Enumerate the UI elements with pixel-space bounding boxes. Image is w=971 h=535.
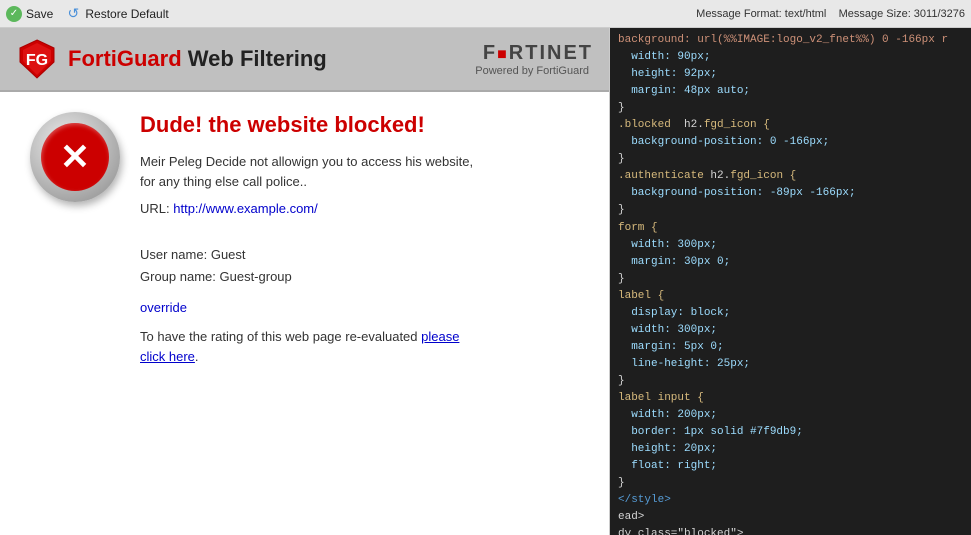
code-line: background: url(%%IMAGE:logo_v2_fnet%%) …	[618, 32, 963, 49]
code-line: </style>	[618, 492, 963, 509]
main-layout: FG FortiGuard Web Filtering F■RTINET Pow…	[0, 28, 971, 535]
code-line: }	[618, 373, 963, 390]
svg-text:FG: FG	[26, 52, 48, 69]
save-icon: ✓	[6, 6, 22, 22]
code-line: }	[618, 100, 963, 117]
code-line: display: block;	[618, 305, 963, 322]
left-panel: FG FortiGuard Web Filtering F■RTINET Pow…	[0, 28, 610, 535]
block-icon-column	[30, 112, 120, 366]
code-line: dy class="blocked">	[618, 526, 963, 535]
code-line: .authenticate h2.fgd_icon {	[618, 168, 963, 185]
code-line: background-position: 0 -166px;	[618, 134, 963, 151]
toolbar: ✓ Save ↺ Restore Default Message Format:…	[0, 0, 971, 28]
code-line: form {	[618, 220, 963, 237]
code-line: background-position: -89px -166px;	[618, 185, 963, 202]
code-line: width: 300px;	[618, 322, 963, 339]
fg-title: FortiGuard Web Filtering	[68, 46, 327, 72]
code-line: ead>	[618, 509, 963, 526]
code-line: .blocked h2.fgd_icon {	[618, 117, 963, 134]
code-line: margin: 5px 0;	[618, 339, 963, 356]
x-inner	[41, 123, 109, 191]
restore-icon: ↺	[65, 6, 81, 22]
code-line: }	[618, 475, 963, 492]
code-line: width: 200px;	[618, 407, 963, 424]
user-info: User name: Guest Group name: Guest-group	[140, 244, 579, 288]
blocked-x-icon	[30, 112, 120, 202]
code-line: width: 90px;	[618, 49, 963, 66]
fg-logo-area: FG FortiGuard Web Filtering	[16, 38, 327, 80]
code-line: }	[618, 271, 963, 288]
code-line: width: 300px;	[618, 237, 963, 254]
code-line: float: right;	[618, 458, 963, 475]
code-line: margin: 48px auto;	[618, 83, 963, 100]
message-format: Message Format: text/html Message Size: …	[696, 8, 965, 20]
code-line: border: 1px solid #7f9db9;	[618, 424, 963, 441]
code-line: }	[618, 151, 963, 168]
code-line: margin: 30px 0;	[618, 254, 963, 271]
reeval-text: To have the rating of this web page re-e…	[140, 327, 579, 366]
code-line: height: 20px;	[618, 441, 963, 458]
restore-default-button[interactable]: ↺ Restore Default	[65, 6, 168, 22]
blocked-url: URL: http://www.example.com/	[140, 201, 579, 216]
block-text-column: Dude! the website blocked! Meir Peleg De…	[140, 112, 579, 366]
code-line: }	[618, 202, 963, 219]
block-content: Dude! the website blocked! Meir Peleg De…	[0, 92, 609, 386]
fortinet-logo: F■RTINET	[483, 42, 593, 65]
blocked-url-link[interactable]: http://www.example.com/	[173, 201, 318, 216]
blocked-description: Meir Peleg Decide not allowign you to ac…	[140, 152, 579, 191]
powered-by-text: Powered by FortiGuard	[475, 65, 593, 77]
save-button[interactable]: ✓ Save	[6, 6, 53, 22]
blocked-title: Dude! the website blocked!	[140, 112, 579, 138]
code-line: height: 92px;	[618, 66, 963, 83]
restore-label: Restore Default	[85, 7, 168, 21]
fg-header: FG FortiGuard Web Filtering F■RTINET Pow…	[0, 28, 609, 92]
code-panel[interactable]: background: url(%%IMAGE:logo_v2_fnet%%) …	[610, 28, 971, 535]
save-label: Save	[26, 7, 53, 21]
code-line: line-height: 25px;	[618, 356, 963, 373]
fortiguard-shield-icon: FG	[16, 38, 58, 80]
code-line: label {	[618, 288, 963, 305]
override-text: override	[140, 300, 579, 315]
code-line: label input {	[618, 390, 963, 407]
